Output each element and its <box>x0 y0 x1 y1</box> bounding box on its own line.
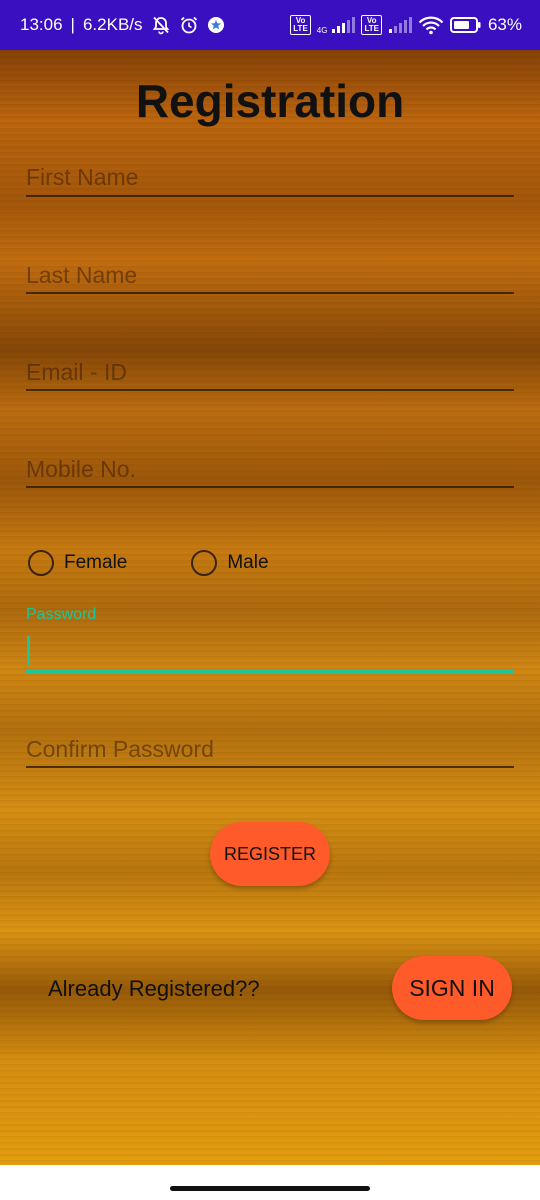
password-input[interactable] <box>26 630 514 670</box>
network-gen-label: 4G <box>316 26 328 35</box>
mobile-placeholder: Mobile No. <box>26 456 136 482</box>
battery-icon <box>449 16 482 34</box>
radio-female-label: Female <box>64 552 128 573</box>
confirm-password-placeholder: Confirm Password <box>26 736 214 762</box>
confirm-password-field[interactable]: Confirm Password <box>26 732 514 772</box>
last-name-placeholder: Last Name <box>26 262 138 288</box>
status-separator: | <box>70 15 75 34</box>
mobile-field[interactable]: Mobile No. <box>26 452 514 492</box>
radio-female[interactable]: Female <box>28 550 127 576</box>
gender-radio-group: Female Male <box>28 550 269 576</box>
home-gesture-handle[interactable] <box>170 1186 370 1191</box>
app-notification-icon <box>207 16 225 34</box>
email-placeholder: Email - ID <box>26 359 127 385</box>
mobile-underline <box>26 486 514 488</box>
volte-icon-sim2: Vo LTE <box>361 15 382 35</box>
password-label: Password <box>26 606 97 623</box>
confirm-password-underline <box>26 766 514 768</box>
radio-male[interactable]: Male <box>191 550 269 576</box>
email-underline <box>26 389 514 391</box>
last-name-field[interactable]: Last Name <box>26 258 514 298</box>
email-field[interactable]: Email - ID <box>26 355 514 395</box>
status-time: 13:06 <box>20 15 63 34</box>
sign-in-button[interactable]: SIGN IN <box>392 956 512 1020</box>
navigation-bar <box>0 1165 540 1200</box>
already-registered-text: Already Registered?? <box>48 976 260 1001</box>
page-title: Registration <box>135 75 405 127</box>
battery-percent: 63% <box>487 15 522 34</box>
signal-icon <box>331 16 356 34</box>
alarm-icon <box>179 15 199 35</box>
status-bar: 13:06 | 6.2KB/s Vo LTE 4G Vo LTE 63% <box>0 0 540 50</box>
signal-icon-sim2 <box>388 16 412 34</box>
last-name-underline <box>26 292 514 294</box>
bell-off-icon <box>151 15 171 35</box>
register-button[interactable]: REGISTER <box>210 822 330 886</box>
first-name-field[interactable]: First Name <box>26 160 514 200</box>
registration-screen: Registration First Name Last Name Email … <box>0 50 540 1200</box>
wifi-icon <box>418 15 444 35</box>
password-underline-focused <box>26 669 514 673</box>
first-name-underline <box>26 195 514 197</box>
status-network-speed: 6.2KB/s <box>82 15 143 34</box>
radio-circle-icon <box>28 550 54 576</box>
radio-circle-icon <box>191 550 218 576</box>
radio-male-label: Male <box>227 552 269 573</box>
volte-icon: Vo LTE <box>290 15 311 35</box>
first-name-placeholder: First Name <box>26 164 139 190</box>
